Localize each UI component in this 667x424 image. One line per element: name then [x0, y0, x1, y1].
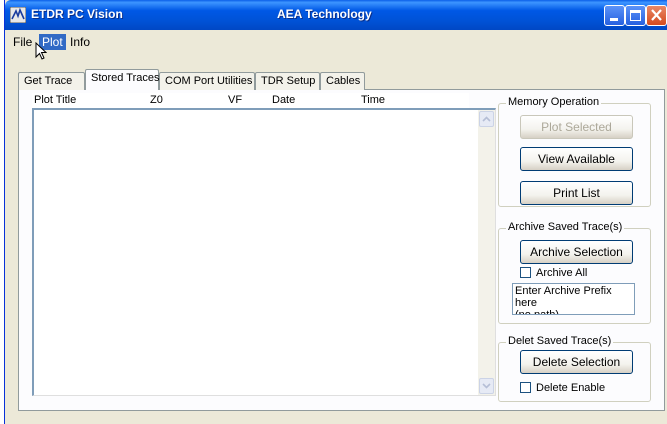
- company-name: AEA Technology: [277, 7, 372, 21]
- minimize-icon: [610, 18, 618, 21]
- memory-operation-group: Memory Operation Plot Selected View Avai…: [498, 96, 651, 207]
- archive-label: Archive Saved Trace(s): [506, 221, 625, 233]
- list-header: Plot Title Z0 VF Date Time: [32, 93, 469, 108]
- archive-selection-button[interactable]: Archive Selection: [520, 240, 633, 264]
- chevron-down-icon: [482, 383, 491, 389]
- memory-operation-label: Memory Operation: [506, 96, 602, 108]
- column-vf[interactable]: VF: [228, 94, 242, 106]
- menu-file[interactable]: File: [10, 34, 35, 50]
- tab-get-trace[interactable]: Get Trace: [18, 72, 85, 90]
- archive-all-checkbox[interactable]: Archive All: [520, 267, 587, 279]
- archive-prefix-field[interactable]: Enter Archive Prefix here (no path): [512, 283, 635, 315]
- minimize-button[interactable]: [604, 5, 625, 26]
- print-list-button[interactable]: Print List: [520, 181, 633, 205]
- stored-traces-list[interactable]: [32, 108, 496, 396]
- tab-tdr-setup[interactable]: TDR Setup: [255, 72, 320, 90]
- maximize-button[interactable]: [625, 5, 646, 26]
- tab-stored-traces[interactable]: Stored Traces: [85, 69, 159, 90]
- menu-bar: File Plot Info: [5, 30, 667, 52]
- plot-selected-button[interactable]: Plot Selected: [520, 115, 633, 139]
- tab-cables[interactable]: Cables: [320, 72, 365, 90]
- tab-com-port-utilities[interactable]: COM Port Utilities: [159, 72, 255, 90]
- close-icon: [650, 8, 663, 25]
- delete-enable-checkbox-box[interactable]: [520, 382, 531, 393]
- delete-label: Delet Saved Trace(s): [506, 335, 614, 347]
- column-date[interactable]: Date: [272, 94, 295, 106]
- archive-all-checkbox-box[interactable]: [520, 267, 531, 278]
- delete-selection-button[interactable]: Delete Selection: [520, 350, 633, 374]
- maximize-icon: [630, 10, 641, 21]
- close-button[interactable]: [646, 5, 667, 26]
- mouse-cursor-icon: [35, 41, 48, 64]
- column-plot-title[interactable]: Plot Title: [34, 94, 76, 106]
- scroll-up-button[interactable]: [479, 111, 494, 127]
- view-available-button[interactable]: View Available: [520, 147, 633, 171]
- delete-enable-checkbox[interactable]: Delete Enable: [520, 382, 605, 394]
- menu-info[interactable]: Info: [67, 34, 93, 50]
- app-window: ETDR PC Vision AEA Technology File Plot …: [4, 0, 667, 424]
- chevron-up-icon: [482, 116, 491, 122]
- app-icon: [9, 6, 27, 24]
- delete-group: Delet Saved Trace(s) Delete Selection De…: [498, 335, 651, 402]
- window-title: ETDR PC Vision: [31, 7, 123, 21]
- column-z0[interactable]: Z0: [150, 94, 163, 106]
- title-bar[interactable]: ETDR PC Vision AEA Technology: [5, 0, 667, 30]
- vertical-scrollbar[interactable]: [478, 110, 495, 395]
- column-time[interactable]: Time: [361, 94, 385, 106]
- scroll-down-button[interactable]: [479, 378, 494, 394]
- delete-enable-label: Delete Enable: [536, 382, 606, 394]
- archive-all-label: Archive All: [536, 267, 588, 279]
- archive-group: Archive Saved Trace(s) Archive Selection…: [498, 221, 651, 324]
